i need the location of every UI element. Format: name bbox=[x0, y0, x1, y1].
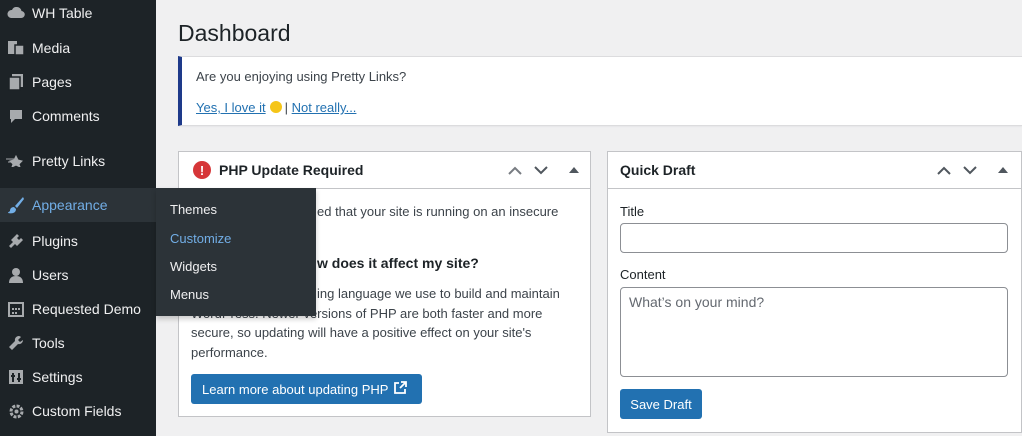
sidebar-item-label: Appearance bbox=[32, 197, 108, 213]
save-draft-button[interactable]: Save Draft bbox=[620, 389, 702, 419]
plugin-icon bbox=[0, 233, 32, 249]
sidebar-item-label: WH Table bbox=[32, 5, 93, 21]
content-label: Content bbox=[620, 267, 666, 282]
settings-icon bbox=[0, 369, 32, 385]
paintbrush-icon bbox=[0, 196, 32, 214]
calendar-icon bbox=[0, 301, 32, 317]
php-text-line: secure, so updating will have a positive… bbox=[191, 325, 532, 340]
admin-sidebar: WH Table Media Pages Comments Pretty Lin… bbox=[0, 0, 156, 436]
sidebar-item-wh-table[interactable]: WH Table bbox=[0, 0, 156, 30]
move-down-button[interactable] bbox=[531, 160, 551, 180]
move-up-button[interactable] bbox=[934, 160, 954, 180]
learn-more-php-button[interactable]: Learn more about updating PHP bbox=[191, 374, 422, 404]
comment-icon bbox=[0, 108, 32, 124]
sidebar-item-requested-demo[interactable]: Requested Demo bbox=[0, 292, 156, 326]
sidebar-item-label: Pages bbox=[32, 74, 72, 90]
submenu-item-customize[interactable]: Customize bbox=[170, 231, 231, 246]
cloud-icon bbox=[0, 7, 32, 19]
notice-actions: Yes, I love it | Not really... bbox=[196, 100, 356, 115]
widget-title: PHP Update Required bbox=[219, 162, 364, 178]
php-text-line: performance. bbox=[191, 345, 268, 360]
sidebar-item-custom-fields[interactable]: Custom Fields bbox=[0, 394, 156, 428]
sidebar-item-label: Users bbox=[32, 267, 69, 283]
not-really-link[interactable]: Not really... bbox=[292, 100, 357, 115]
star-icon bbox=[0, 155, 32, 167]
submenu-item-widgets[interactable]: Widgets bbox=[170, 259, 217, 274]
notice-question: Are you enjoying using Pretty Links? bbox=[196, 69, 407, 84]
sidebar-item-comments[interactable]: Comments bbox=[0, 99, 156, 133]
error-icon: ! bbox=[193, 161, 211, 179]
gear-icon bbox=[0, 403, 32, 420]
submenu-item-menus[interactable]: Menus bbox=[170, 287, 209, 302]
php-text-line: ed that your site is running on an insec… bbox=[317, 204, 559, 219]
media-icon bbox=[0, 39, 32, 57]
sidebar-item-label: Requested Demo bbox=[32, 301, 141, 317]
pages-icon bbox=[0, 73, 32, 91]
sidebar-item-label: Pretty Links bbox=[32, 153, 106, 169]
title-label: Title bbox=[620, 204, 645, 219]
widget-header: ! PHP Update Required bbox=[179, 152, 590, 189]
pretty-links-notice: Are you enjoying using Pretty Links? Yes… bbox=[178, 56, 1022, 126]
yes-love-it-link[interactable]: Yes, I love it bbox=[196, 100, 266, 115]
widget-title: Quick Draft bbox=[620, 162, 696, 178]
sidebar-item-media[interactable]: Media bbox=[0, 31, 156, 65]
sidebar-item-label: Tools bbox=[32, 335, 65, 351]
appearance-submenu: Themes Customize Widgets Menus bbox=[156, 188, 316, 316]
sidebar-item-pretty-links[interactable]: Pretty Links bbox=[0, 144, 156, 178]
toggle-panel-button[interactable] bbox=[993, 160, 1013, 180]
php-text-line: ing language we use to build and maintai… bbox=[317, 286, 560, 301]
quick-draft-widget: Quick Draft Title Content Save Draft bbox=[607, 151, 1022, 433]
sidebar-item-label: Custom Fields bbox=[32, 403, 122, 419]
move-up-button[interactable] bbox=[505, 160, 525, 180]
move-down-button[interactable] bbox=[960, 160, 980, 180]
draft-title-input[interactable] bbox=[620, 223, 1008, 253]
sidebar-item-appearance[interactable]: Appearance bbox=[0, 188, 156, 222]
sidebar-item-label: Media bbox=[32, 40, 71, 56]
users-icon bbox=[0, 267, 32, 283]
sidebar-item-label: Comments bbox=[32, 108, 100, 124]
widget-header: Quick Draft bbox=[608, 152, 1021, 189]
draft-content-textarea[interactable] bbox=[620, 287, 1008, 377]
toggle-panel-button[interactable] bbox=[564, 160, 584, 180]
sidebar-item-tools[interactable]: Tools bbox=[0, 326, 156, 360]
smile-emoji-icon bbox=[269, 101, 282, 113]
external-link-icon bbox=[394, 381, 408, 397]
page-title: Dashboard bbox=[178, 20, 291, 46]
php-subheading: w does it affect my site? bbox=[317, 255, 479, 271]
sidebar-item-pages[interactable]: Pages bbox=[0, 65, 156, 99]
notice-separator: | bbox=[284, 100, 289, 115]
sidebar-item-plugins[interactable]: Plugins bbox=[0, 224, 156, 258]
submenu-item-themes[interactable]: Themes bbox=[170, 202, 217, 217]
sidebar-item-label: Settings bbox=[32, 369, 83, 385]
sidebar-item-settings[interactable]: Settings bbox=[0, 360, 156, 394]
wrench-icon bbox=[0, 335, 32, 351]
button-label: Learn more about updating PHP bbox=[202, 381, 389, 397]
flyout-pointer bbox=[148, 200, 156, 216]
sidebar-item-users[interactable]: Users bbox=[0, 258, 156, 292]
sidebar-item-label: Plugins bbox=[32, 233, 78, 249]
